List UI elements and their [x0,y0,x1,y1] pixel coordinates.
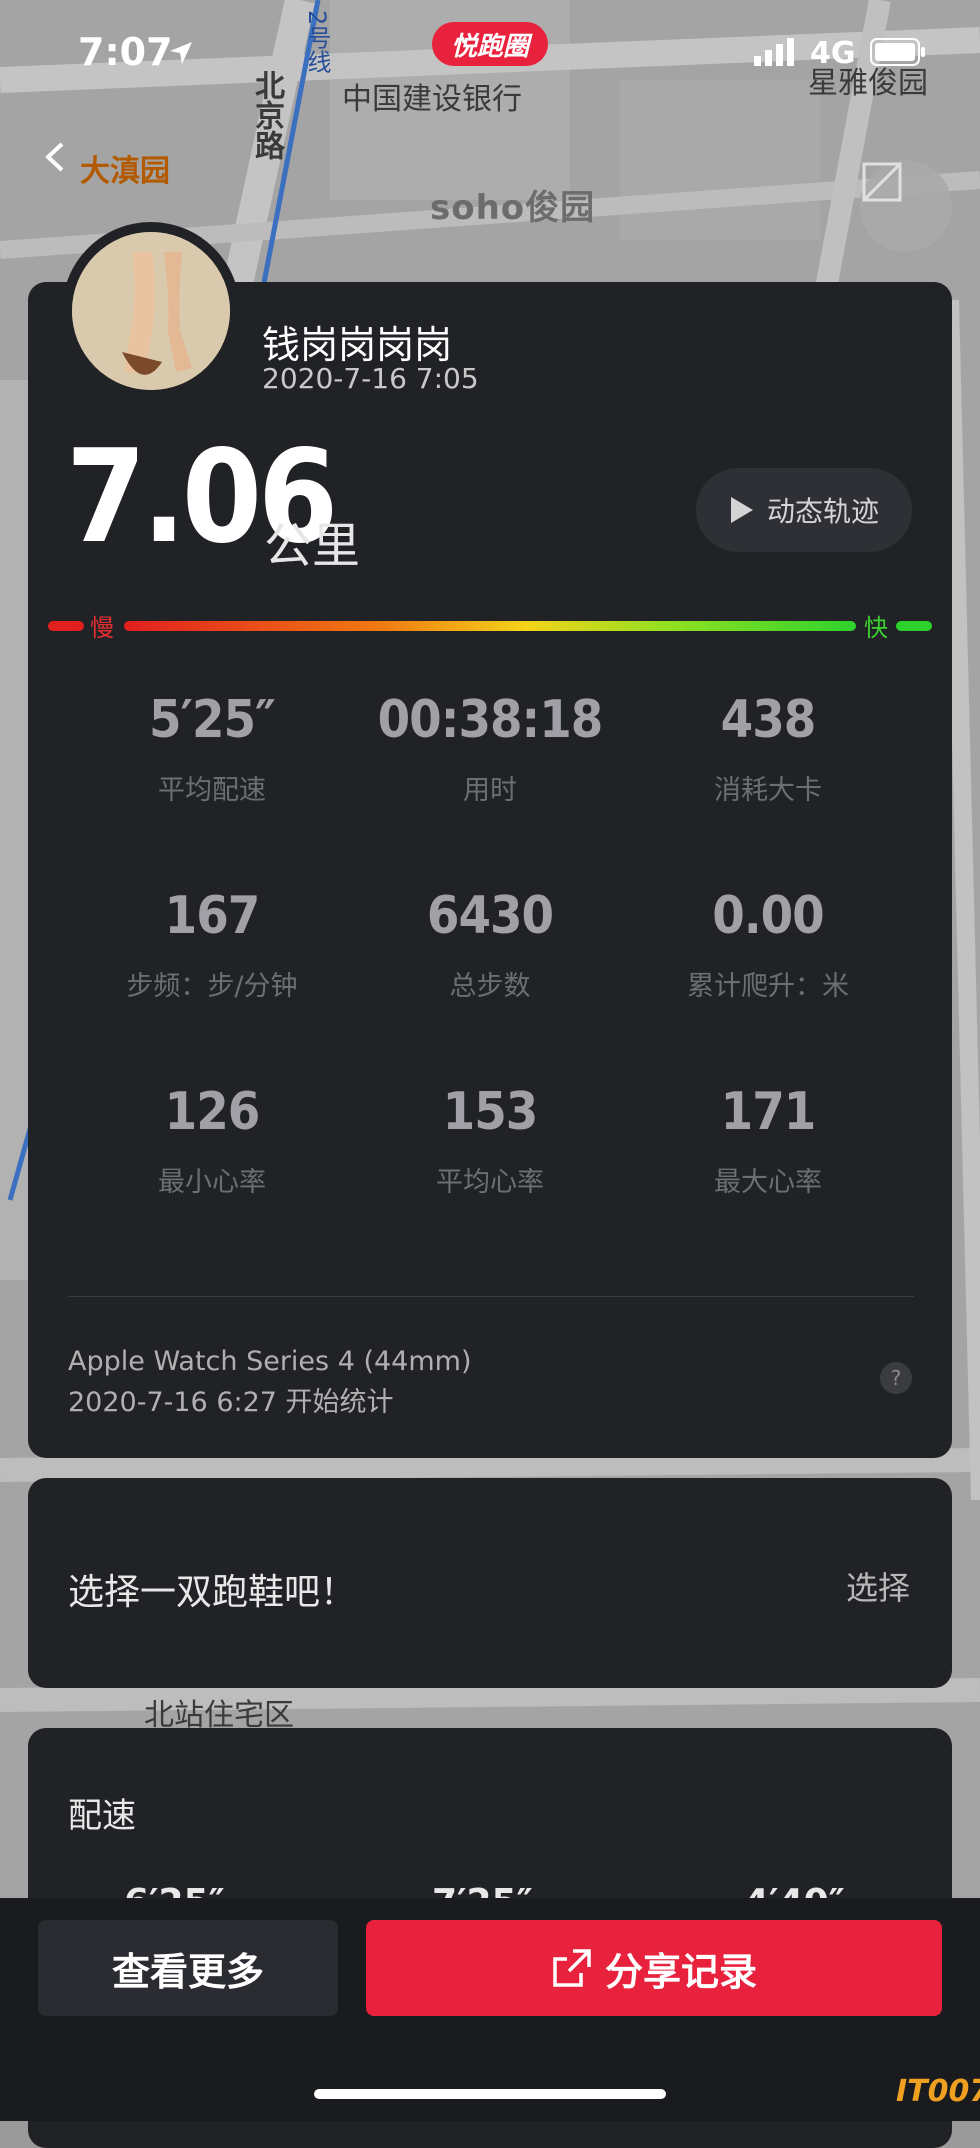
record-start-time: 2020-7-16 6:27 开始统计 [68,1387,394,1418]
stat-value: 00:38:18 [377,690,604,750]
stat-value: 438 [720,690,817,750]
avatar[interactable] [62,222,240,400]
map-label-dadianyuan: 大滇园 [80,154,170,189]
battery-icon [870,38,925,66]
stat-label: 总步数 [449,971,531,1002]
stat-value: 5′25″ [149,690,276,750]
stat-value: 6430 [426,886,554,946]
stat-label: 消耗大卡 [714,775,822,806]
play-icon [730,497,753,523]
shoe-prompt: 选择一双跑鞋吧！ [68,1572,357,1613]
brand-badge: 悦跑圈 [432,22,548,66]
pace-fast-label: 快 [864,614,888,642]
stat-label: 步频：步/分钟 [126,971,298,1002]
dynamic-track-label: 动态轨迹 [766,495,879,528]
stat-max-heart-rate: 171 最大心率 [629,1082,907,1199]
avatar-image [72,232,230,390]
share-record-button[interactable]: 分享记录 [366,1920,942,2016]
status-time: 7:07 [78,30,173,74]
map-label-soho: soho俊园 [430,188,596,228]
stat-label: 平均配速 [158,775,266,806]
device-name: Apple Watch Series 4 (44mm) [68,1346,472,1377]
share-icon [553,1949,591,1987]
card-divider [68,1296,914,1297]
map-layer-icon [862,162,902,202]
stat-duration: 00:38:18 用时 [351,690,629,807]
help-icon[interactable]: ? [880,1362,912,1394]
share-record-label: 分享记录 [604,1949,757,1994]
network-type: 4G [810,36,856,71]
stat-value: 153 [442,1082,539,1142]
stat-label: 平均心率 [436,1167,544,1198]
back-arrow-icon[interactable] [38,140,72,174]
stat-label: 累计爬升：米 [687,971,849,1002]
distance-unit: 公里 [264,518,361,574]
watermark-logo: IT007 [896,2074,980,2109]
home-indicator[interactable] [314,2089,666,2099]
stat-value: 0.00 [712,886,824,946]
stat-value: 171 [720,1082,817,1142]
view-more-button[interactable]: 查看更多 [38,1920,338,2016]
run-date: 2020-7-16 7:05 [262,362,479,395]
map-label-line2: 2号线 [303,10,331,74]
signal-icon [754,38,794,66]
pace-section-title: 配速 [68,1796,136,1836]
user-name: 钱岗岗岗岗 [262,323,453,367]
stat-total-steps: 6430 总步数 [351,886,629,1003]
stat-avg-pace: 5′25″ 平均配速 [73,690,351,807]
stat-value: 126 [164,1082,261,1142]
stat-min-heart-rate: 126 最小心率 [73,1082,351,1199]
stat-avg-heart-rate: 153 平均心率 [351,1082,629,1199]
stat-elevation-gain: 0.00 累计爬升：米 [629,886,907,1003]
stat-calories: 438 消耗大卡 [629,690,907,807]
stat-label: 最大心率 [714,1167,822,1198]
pace-slow-label: 慢 [90,614,114,642]
dynamic-track-button[interactable]: 动态轨迹 [696,468,912,552]
map-layer-button[interactable] [860,160,952,252]
stat-value: 167 [164,886,261,946]
map-label-beijing-road: 北京路 [249,70,284,160]
map-label-bank: 中国建设银行 [342,82,522,117]
shoe-select-link[interactable]: 选择 [846,1563,910,1609]
pace-gradient-bar [48,621,932,631]
stat-cadence: 167 步频：步/分钟 [73,886,351,1003]
stat-label: 用时 [463,775,517,806]
location-arrow-icon [170,42,192,64]
stat-label: 最小心率 [158,1167,266,1198]
